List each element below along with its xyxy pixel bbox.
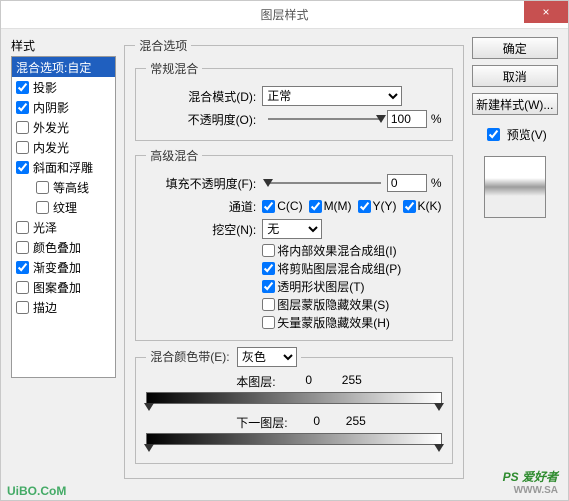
preview-checkbox-row[interactable]: 预览(V) (472, 125, 558, 144)
blend-if-select[interactable]: 灰色 (237, 347, 297, 367)
layer-style-dialog: 图层样式 × 样式 混合选项:自定投影内阴影外发光内发光斜面和浮雕等高线纹理光泽… (0, 0, 569, 501)
style-item[interactable]: 混合选项:自定 (12, 57, 115, 77)
style-item-checkbox[interactable] (16, 101, 29, 114)
styles-label: 样式 (11, 37, 116, 54)
knockout-select[interactable]: 无 (262, 219, 322, 239)
cancel-button[interactable]: 取消 (472, 65, 558, 87)
style-item[interactable]: 纹理 (12, 197, 115, 217)
advanced-option[interactable]: 矢量蒙版隐藏效果(H) (262, 314, 441, 331)
new-style-button[interactable]: 新建样式(W)... (472, 93, 558, 115)
fill-opacity-slider[interactable] (268, 176, 381, 190)
advanced-option[interactable]: 将剪贴图层混合成组(P) (262, 260, 441, 277)
style-item[interactable]: 颜色叠加 (12, 237, 115, 257)
style-item[interactable]: 投影 (12, 77, 115, 97)
style-item[interactable]: 光泽 (12, 217, 115, 237)
under-layer-hi: 255 (346, 414, 366, 431)
opacity-slider[interactable] (268, 112, 381, 126)
style-item-label: 图案叠加 (33, 279, 81, 296)
close-icon: × (542, 5, 549, 19)
style-item[interactable]: 图案叠加 (12, 277, 115, 297)
style-item-checkbox[interactable] (16, 261, 29, 274)
advanced-options-list: 将内部效果混合成组(I)将剪贴图层混合成组(P)透明形状图层(T)图层蒙版隐藏效… (262, 242, 441, 331)
advanced-blend-legend: 高级混合 (146, 147, 202, 164)
style-item-label: 斜面和浮雕 (33, 159, 93, 176)
this-layer-lo: 0 (305, 373, 312, 390)
style-item[interactable]: 内发光 (12, 137, 115, 157)
style-item-label: 纹理 (53, 199, 77, 216)
styles-list[interactable]: 混合选项:自定投影内阴影外发光内发光斜面和浮雕等高线纹理光泽颜色叠加渐变叠加图案… (11, 56, 116, 378)
advanced-option[interactable]: 透明形状图层(T) (262, 278, 441, 295)
channel-checkbox[interactable]: M(M) (309, 199, 352, 213)
this-layer-hi: 255 (342, 373, 362, 390)
style-item-checkbox[interactable] (16, 301, 29, 314)
style-item[interactable]: 外发光 (12, 117, 115, 137)
opacity-unit: % (431, 112, 442, 126)
styles-column: 样式 混合选项:自定投影内阴影外发光内发光斜面和浮雕等高线纹理光泽颜色叠加渐变叠… (11, 37, 116, 490)
opacity-label: 不透明度(O): (146, 111, 256, 128)
style-item-label: 描边 (33, 299, 57, 316)
general-blend-group: 常规混合 混合模式(D): 正常 不透明度(O): % (135, 60, 452, 141)
under-layer-label: 下一图层: (236, 414, 287, 431)
style-item-checkbox[interactable] (36, 201, 49, 214)
this-layer-gradient[interactable] (146, 392, 441, 404)
window-title: 图层样式 (260, 6, 308, 23)
blend-if-group: 混合颜色带(E): 灰色 本图层: 0 255 下一图层: 0 (135, 347, 452, 464)
preview-label: 预览(V) (507, 126, 547, 143)
knockout-label: 挖空(N): (146, 221, 256, 238)
advanced-option[interactable]: 将内部效果混合成组(I) (262, 242, 441, 259)
style-item-checkbox[interactable] (16, 241, 29, 254)
fill-opacity-unit: % (431, 176, 442, 190)
style-item[interactable]: 等高线 (12, 177, 115, 197)
advanced-blend-group: 高级混合 填充不透明度(F): % 通道: C(C) M(M) Y(Y) K(K) 挖… (135, 147, 452, 341)
style-item-label: 内阴影 (33, 99, 69, 116)
style-item-label: 投影 (33, 79, 57, 96)
fill-opacity-input[interactable] (387, 174, 427, 192)
blend-mode-label: 混合模式(D): (146, 88, 256, 105)
style-item-label: 外发光 (33, 119, 69, 136)
channels-label: 通道: (146, 198, 256, 215)
style-item-checkbox[interactable] (16, 281, 29, 294)
advanced-option[interactable]: 图层蒙版隐藏效果(S) (262, 296, 441, 313)
opacity-input[interactable] (387, 110, 427, 128)
buttons-column: 确定 取消 新建样式(W)... 预览(V) (472, 37, 558, 490)
style-item[interactable]: 描边 (12, 297, 115, 317)
style-item-label: 颜色叠加 (33, 239, 81, 256)
style-item-checkbox[interactable] (16, 161, 29, 174)
blend-mode-select[interactable]: 正常 (262, 86, 402, 106)
close-button[interactable]: × (524, 1, 568, 23)
footer-watermark: UiBO.CoM (7, 484, 66, 498)
style-item[interactable]: 斜面和浮雕 (12, 157, 115, 177)
style-item-label: 光泽 (33, 219, 57, 236)
style-item-label: 内发光 (33, 139, 69, 156)
style-item-checkbox[interactable] (16, 121, 29, 134)
fill-opacity-label: 填充不透明度(F): (146, 175, 256, 192)
channels-row: C(C) M(M) Y(Y) K(K) (262, 199, 441, 213)
ok-button[interactable]: 确定 (472, 37, 558, 59)
style-item-checkbox[interactable] (36, 181, 49, 194)
this-layer-label: 本图层: (236, 373, 275, 390)
style-item[interactable]: 内阴影 (12, 97, 115, 117)
under-layer-gradient[interactable] (146, 433, 441, 445)
channel-checkbox[interactable]: C(C) (262, 199, 302, 213)
channel-checkbox[interactable]: K(K) (403, 199, 442, 213)
style-item-checkbox[interactable] (16, 221, 29, 234)
titlebar: 图层样式 × (1, 1, 568, 29)
style-item-checkbox[interactable] (16, 81, 29, 94)
blend-options-legend: 混合选项 (135, 37, 191, 54)
blend-if-legend: 混合颜色带(E): 灰色 (146, 347, 301, 367)
options-column: 混合选项 常规混合 混合模式(D): 正常 不透明度(O): % (124, 37, 463, 490)
blend-options-group: 混合选项 常规混合 混合模式(D): 正常 不透明度(O): % (124, 37, 463, 479)
style-item-label: 渐变叠加 (33, 259, 81, 276)
preview-checkbox[interactable] (487, 128, 500, 141)
channel-checkbox[interactable]: Y(Y) (358, 199, 397, 213)
preview-swatch (484, 156, 546, 218)
style-item-label: 混合选项:自定 (16, 59, 91, 76)
style-item[interactable]: 渐变叠加 (12, 257, 115, 277)
style-item-checkbox[interactable] (16, 141, 29, 154)
style-item-label: 等高线 (53, 179, 89, 196)
general-blend-legend: 常规混合 (146, 60, 202, 77)
under-layer-lo: 0 (313, 414, 320, 431)
dialog-body: 样式 混合选项:自定投影内阴影外发光内发光斜面和浮雕等高线纹理光泽颜色叠加渐变叠… (1, 29, 568, 500)
